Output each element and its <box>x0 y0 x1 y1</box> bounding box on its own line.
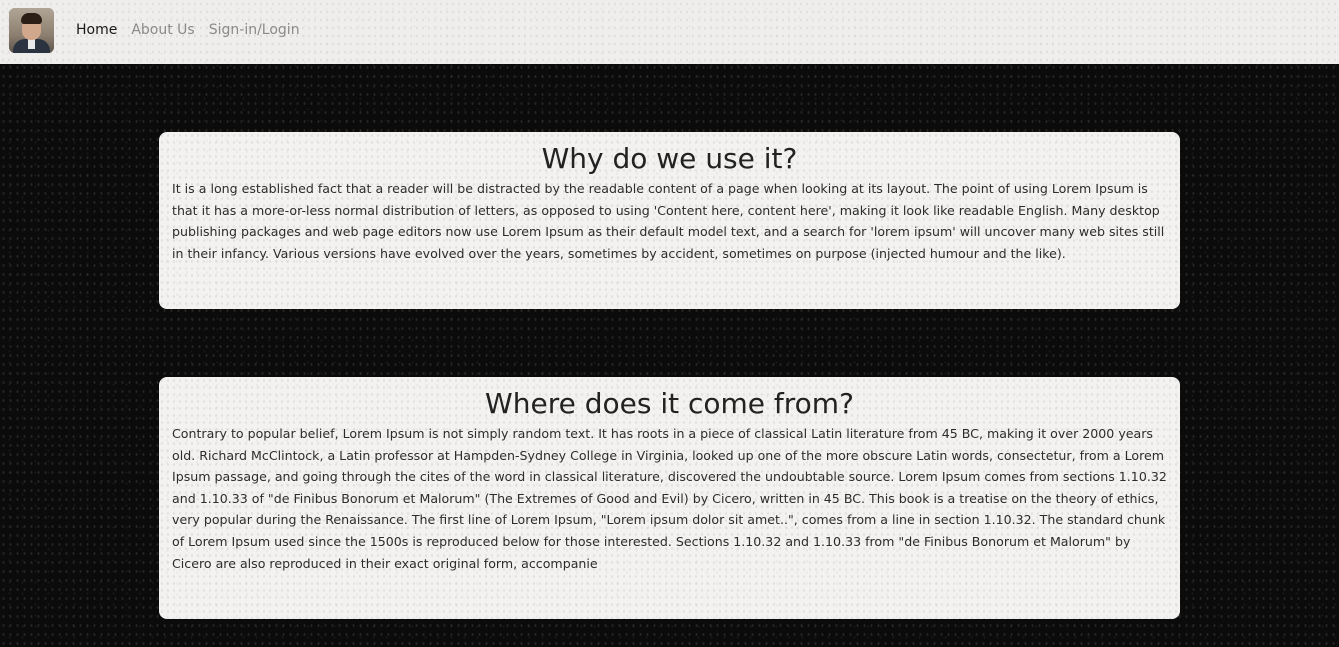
nav-item-about-us[interactable]: About Us <box>131 22 194 38</box>
section-title: Where does it come from? <box>485 387 854 420</box>
section-card-why: Why do we use it? It is a long establish… <box>159 132 1180 309</box>
section-body: Contrary to popular belief, Lorem Ipsum … <box>172 426 1167 571</box>
section-card-where: Where does it come from? Contrary to pop… <box>159 377 1180 619</box>
nav-links: Home About Us Sign-in/Login <box>76 22 300 38</box>
section-title: Why do we use it? <box>541 142 798 175</box>
nav-item-sign-in-login[interactable]: Sign-in/Login <box>209 22 300 38</box>
profile-avatar[interactable] <box>9 8 54 53</box>
navbar: Home About Us Sign-in/Login <box>0 0 1339 64</box>
nav-item-home[interactable]: Home <box>76 22 117 38</box>
section-body: It is a long established fact that a rea… <box>172 181 1165 261</box>
